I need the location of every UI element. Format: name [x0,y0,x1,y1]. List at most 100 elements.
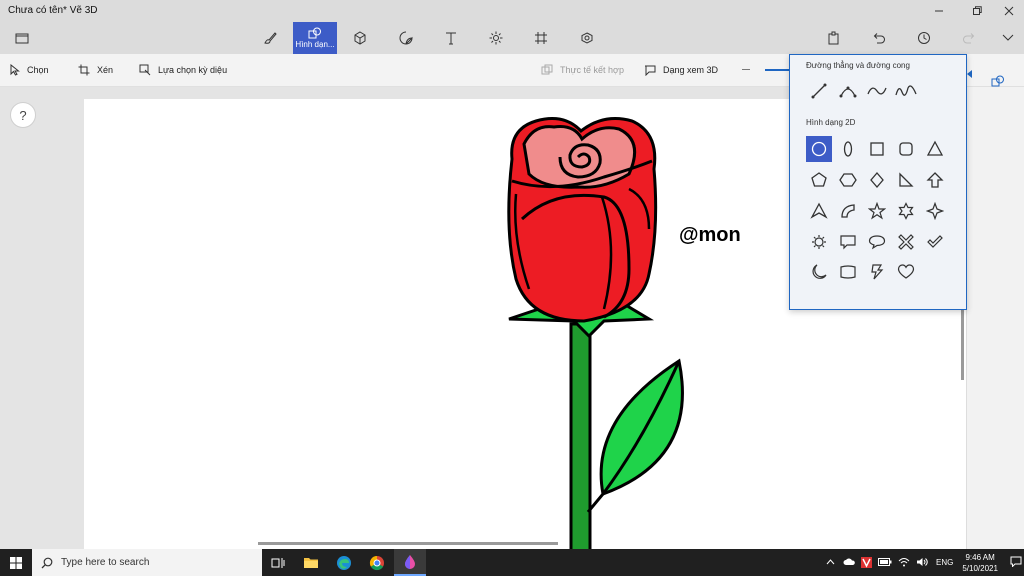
volume-icon[interactable] [916,557,928,569]
tool-2d-shapes-label: Hình dạn... [295,40,335,49]
clock[interactable]: 9:46 AM 5/10/2021 [962,552,998,574]
shape-right-triangle[interactable] [893,167,919,193]
history-icon [918,32,930,44]
file-explorer-button[interactable] [295,549,327,576]
task-view-button[interactable] [262,549,294,576]
wifi-icon[interactable] [898,557,910,569]
shape-speech-oval[interactable] [864,229,890,255]
lightning-icon [871,264,884,280]
language-indicator[interactable]: ENG [936,558,953,567]
arc-icon [841,204,855,218]
antivirus-icon[interactable] [861,557,872,568]
burst-icon [812,235,826,249]
shapes-section-title: Hình dạng 2D [806,118,856,127]
cross-icon [898,234,914,250]
crop-label: Xén [97,65,114,75]
shape-arrow-up[interactable] [922,167,948,193]
view-3d-button[interactable]: Dạng xem 3D [644,54,718,86]
panel-collapse-icon[interactable] [967,69,973,79]
shape-arc[interactable] [835,198,861,224]
double-curve-icon [867,87,887,95]
battery-icon[interactable] [878,557,892,568]
heart-icon [897,264,915,279]
shape-star-4[interactable] [922,198,948,224]
undo-button[interactable] [857,22,901,54]
shape-moon[interactable] [806,259,832,285]
edge-button[interactable] [328,549,360,576]
shape-rounded-square[interactable] [893,136,919,162]
cloud-icon[interactable] [843,558,855,568]
2d-shapes-panel-icon[interactable] [991,75,1005,87]
shape-diamond[interactable] [864,167,890,193]
magic-select-button[interactable]: Lựa chọn kỳ diệu [139,54,227,86]
paste-button[interactable] [812,22,856,54]
shape-heart[interactable] [893,259,919,285]
sticker-icon [399,31,413,45]
shape-star-5[interactable] [864,198,890,224]
mixed-reality-button[interactable]: Thực tế kết hợp [541,54,624,86]
crop-button[interactable]: Xén [78,54,113,86]
four-point-star-icon [926,202,944,220]
shape-hexagon[interactable] [835,167,861,193]
select-label: Chọn [27,65,49,75]
tool-canvas[interactable] [519,22,563,54]
moon-icon [812,264,827,279]
tool-3d-library[interactable] [565,22,609,54]
six-point-star-icon [898,202,914,220]
checkmark-icon [927,235,943,248]
select-button[interactable]: Chọn [10,54,49,86]
shape-speech-rect[interactable] [835,229,861,255]
close-button[interactable] [992,0,1024,22]
folder-icon [15,33,29,44]
shapes-flyout: Đường thẳng và đường cong Hình dạng 2D [789,54,967,310]
shape-pentagon[interactable] [806,167,832,193]
chevron-up-icon[interactable] [826,558,835,567]
shape-double-curve[interactable] [864,78,890,104]
ellipse-icon [843,141,853,157]
redo-icon [963,33,975,44]
shape-line[interactable] [806,78,832,104]
vertical-scrollbar[interactable] [961,300,964,380]
square-icon [870,142,884,156]
chrome-icon [369,555,384,570]
horizontal-scrollbar[interactable] [258,542,558,545]
shape-lightning[interactable] [864,259,890,285]
shape-cross[interactable] [893,229,919,255]
redo-button[interactable] [947,22,991,54]
edge-icon [337,555,351,570]
start-button[interactable] [0,549,32,576]
shape-circle[interactable] [806,136,832,162]
chrome-button[interactable] [361,549,393,576]
crop-icon [78,64,90,76]
zoom-out-icon[interactable] [742,69,750,70]
restore-button[interactable] [960,0,994,22]
expand-ribbon-button[interactable] [986,22,1024,54]
shape-triple-curve[interactable] [893,78,919,104]
tool-effects[interactable] [474,22,518,54]
shape-star-6[interactable] [893,198,919,224]
shape-ellipse[interactable] [835,136,861,162]
shape-curve[interactable] [835,78,861,104]
shape-wave-rect[interactable] [835,259,861,285]
taskbar-search[interactable]: Type here to search [32,549,262,576]
shape-burst[interactable] [806,229,832,255]
minimize-button[interactable] [922,0,956,22]
zoom-slider[interactable] [765,69,789,71]
tool-2d-shapes[interactable]: Hình dạn... [293,22,337,54]
paint3d-button[interactable] [394,549,426,576]
tool-brushes[interactable] [248,22,292,54]
shape-check[interactable] [922,229,948,255]
shape-chevron[interactable] [806,198,832,224]
shape-square[interactable] [864,136,890,162]
hexagon-icon [839,173,857,187]
shape-triangle[interactable] [922,136,948,162]
menu-button[interactable] [0,22,44,54]
tool-text[interactable] [429,22,473,54]
right-triangle-icon [899,172,914,187]
history-button[interactable] [902,22,946,54]
help-button[interactable]: ? [10,102,36,128]
tool-3d-shapes[interactable] [338,22,382,54]
tool-stickers[interactable] [384,22,428,54]
title-bar: Chưa có tên* Vẽ 3D [0,0,1024,22]
notifications-icon[interactable] [1010,556,1022,569]
